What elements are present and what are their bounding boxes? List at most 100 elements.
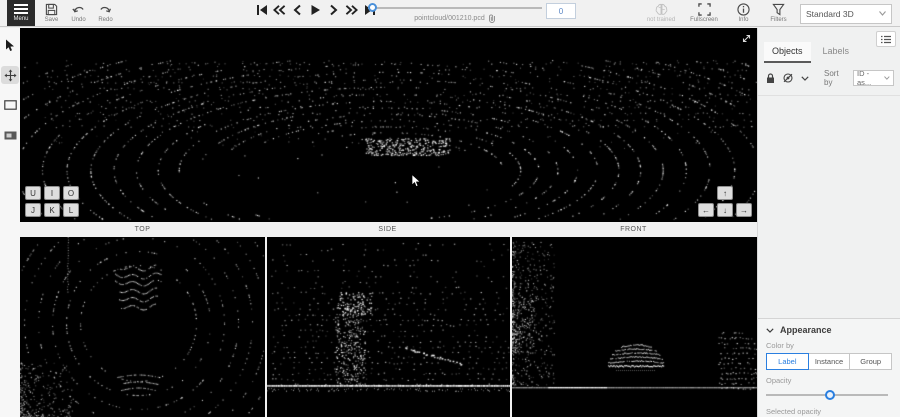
key-o[interactable]: O bbox=[63, 186, 79, 200]
color-by-instance-option[interactable]: Instance bbox=[808, 353, 851, 370]
top-view-label: TOP bbox=[20, 222, 265, 237]
redo-button[interactable]: Redo bbox=[92, 1, 119, 26]
filter-icon bbox=[772, 3, 785, 16]
arrow-left-button[interactable]: ← bbox=[698, 203, 714, 217]
fullscreen-button[interactable]: Fullscreen bbox=[686, 1, 722, 26]
viewport-top[interactable] bbox=[20, 237, 265, 417]
viewport-front[interactable] bbox=[512, 237, 757, 417]
ai-model-label: not trained bbox=[647, 17, 675, 23]
expand-view-icon[interactable] bbox=[741, 31, 752, 49]
camera-keypad: U I O J K L bbox=[25, 186, 79, 217]
sort-select-value: ID - as... bbox=[857, 69, 884, 87]
tab-objects[interactable]: Objects bbox=[764, 42, 811, 63]
filled-box-icon bbox=[4, 131, 17, 140]
view-mode-value: Standard 3D bbox=[806, 9, 854, 19]
move-tool-button[interactable] bbox=[1, 66, 19, 84]
arrow-right-button[interactable]: → bbox=[736, 203, 752, 217]
toolbar: Menu Save Undo bbox=[0, 0, 900, 27]
paperclip-icon bbox=[488, 14, 496, 23]
current-file-name: pointcloud/001210.pcd bbox=[414, 15, 484, 22]
selected-opacity-label: Selected opacity bbox=[766, 407, 892, 416]
app-root: Menu Save Undo bbox=[0, 0, 900, 417]
save-button[interactable]: Save bbox=[38, 1, 65, 26]
front-view-label: FRONT bbox=[510, 222, 757, 237]
opacity-slider[interactable] bbox=[766, 389, 892, 401]
ai-model-button[interactable]: not trained bbox=[644, 1, 678, 26]
play-button[interactable] bbox=[309, 3, 322, 17]
info-label: Info bbox=[738, 17, 748, 23]
side-view-label: SIDE bbox=[265, 222, 510, 237]
key-j[interactable]: J bbox=[25, 203, 41, 217]
redo-label: Redo bbox=[98, 17, 112, 23]
frame-slider-handle[interactable] bbox=[368, 3, 377, 12]
opacity-slider-handle[interactable] bbox=[825, 390, 835, 400]
toolbar-right: not trained Fullscreen Info bbox=[644, 1, 892, 26]
current-file: pointcloud/001210.pcd bbox=[360, 14, 550, 23]
list-icon bbox=[880, 35, 892, 44]
next-frame-button[interactable] bbox=[327, 3, 340, 17]
pointer-tool-button[interactable] bbox=[1, 36, 19, 54]
box-tool-button[interactable] bbox=[1, 96, 19, 114]
fullscreen-icon bbox=[698, 3, 711, 16]
lock-icon[interactable] bbox=[766, 73, 775, 84]
filters-button[interactable]: Filters bbox=[765, 1, 792, 26]
filters-label: Filters bbox=[770, 17, 786, 23]
frame-slider-track[interactable] bbox=[368, 7, 542, 9]
redo-icon bbox=[99, 3, 112, 16]
pointer-icon bbox=[5, 39, 16, 52]
save-label: Save bbox=[45, 17, 59, 23]
key-i[interactable]: I bbox=[44, 186, 60, 200]
frame-number-input[interactable] bbox=[546, 3, 576, 19]
views-label-bar: TOP SIDE FRONT bbox=[20, 222, 757, 237]
front-view-canvas[interactable] bbox=[512, 237, 757, 417]
object-list-controls: Sort by ID - as... bbox=[758, 63, 900, 96]
brain-icon bbox=[654, 3, 669, 16]
appearance-title: Appearance bbox=[780, 325, 832, 335]
key-l[interactable]: L bbox=[63, 203, 79, 217]
appearance-header[interactable]: Appearance bbox=[766, 325, 892, 335]
playback-controls bbox=[255, 3, 376, 17]
view-mode-select[interactable]: Standard 3D bbox=[800, 4, 892, 24]
viewport-3d[interactable]: U I O J K L ↑ ← ↓ → bbox=[20, 28, 757, 222]
side-view-canvas[interactable] bbox=[267, 237, 510, 417]
fill-tool-button[interactable] bbox=[1, 126, 19, 144]
arrow-down-button[interactable]: ↓ bbox=[717, 203, 733, 217]
viewport-side[interactable] bbox=[267, 237, 510, 417]
sort-by-label: Sort by bbox=[824, 69, 846, 87]
undo-icon bbox=[72, 3, 85, 16]
right-panel: Objects Labels Sort by bbox=[757, 28, 900, 417]
color-by-label-option[interactable]: Label bbox=[766, 353, 809, 370]
expand-all-icon[interactable] bbox=[801, 76, 809, 81]
info-icon bbox=[737, 3, 750, 16]
color-by-label: Color by bbox=[766, 341, 892, 350]
key-u[interactable]: U bbox=[25, 186, 41, 200]
top-view-canvas[interactable] bbox=[20, 237, 265, 417]
menu-button[interactable]: Menu bbox=[7, 0, 35, 26]
save-icon bbox=[45, 3, 58, 16]
previous-frame-button[interactable] bbox=[291, 3, 304, 17]
appearance-section: Appearance Color by Label Instance Group… bbox=[758, 318, 900, 417]
color-by-group-option[interactable]: Group bbox=[849, 353, 892, 370]
rectangle-icon bbox=[4, 100, 17, 110]
fast-forward-button[interactable] bbox=[345, 3, 358, 17]
menu-label: Menu bbox=[13, 16, 28, 22]
undo-label: Undo bbox=[71, 17, 85, 23]
object-list-empty bbox=[758, 96, 900, 318]
sort-select[interactable]: ID - as... bbox=[853, 70, 894, 86]
key-k[interactable]: K bbox=[44, 203, 60, 217]
skip-to-start-button[interactable] bbox=[255, 3, 268, 17]
fast-rewind-button[interactable] bbox=[273, 3, 286, 17]
view-3d-canvas[interactable] bbox=[20, 28, 757, 222]
color-by-segmented: Label Instance Group bbox=[766, 353, 892, 370]
arrow-up-button[interactable]: ↑ bbox=[717, 186, 733, 200]
hamburger-icon bbox=[14, 4, 28, 14]
visibility-off-icon[interactable] bbox=[782, 73, 794, 83]
panel-collapse-button[interactable] bbox=[876, 31, 896, 47]
info-button[interactable]: Info bbox=[730, 1, 757, 26]
opacity-label: Opacity bbox=[766, 376, 892, 385]
tab-labels[interactable]: Labels bbox=[815, 42, 858, 63]
chevron-down-icon bbox=[879, 11, 886, 16]
undo-button[interactable]: Undo bbox=[65, 1, 92, 26]
move-icon bbox=[4, 69, 17, 82]
frame-slider[interactable] bbox=[368, 2, 542, 14]
